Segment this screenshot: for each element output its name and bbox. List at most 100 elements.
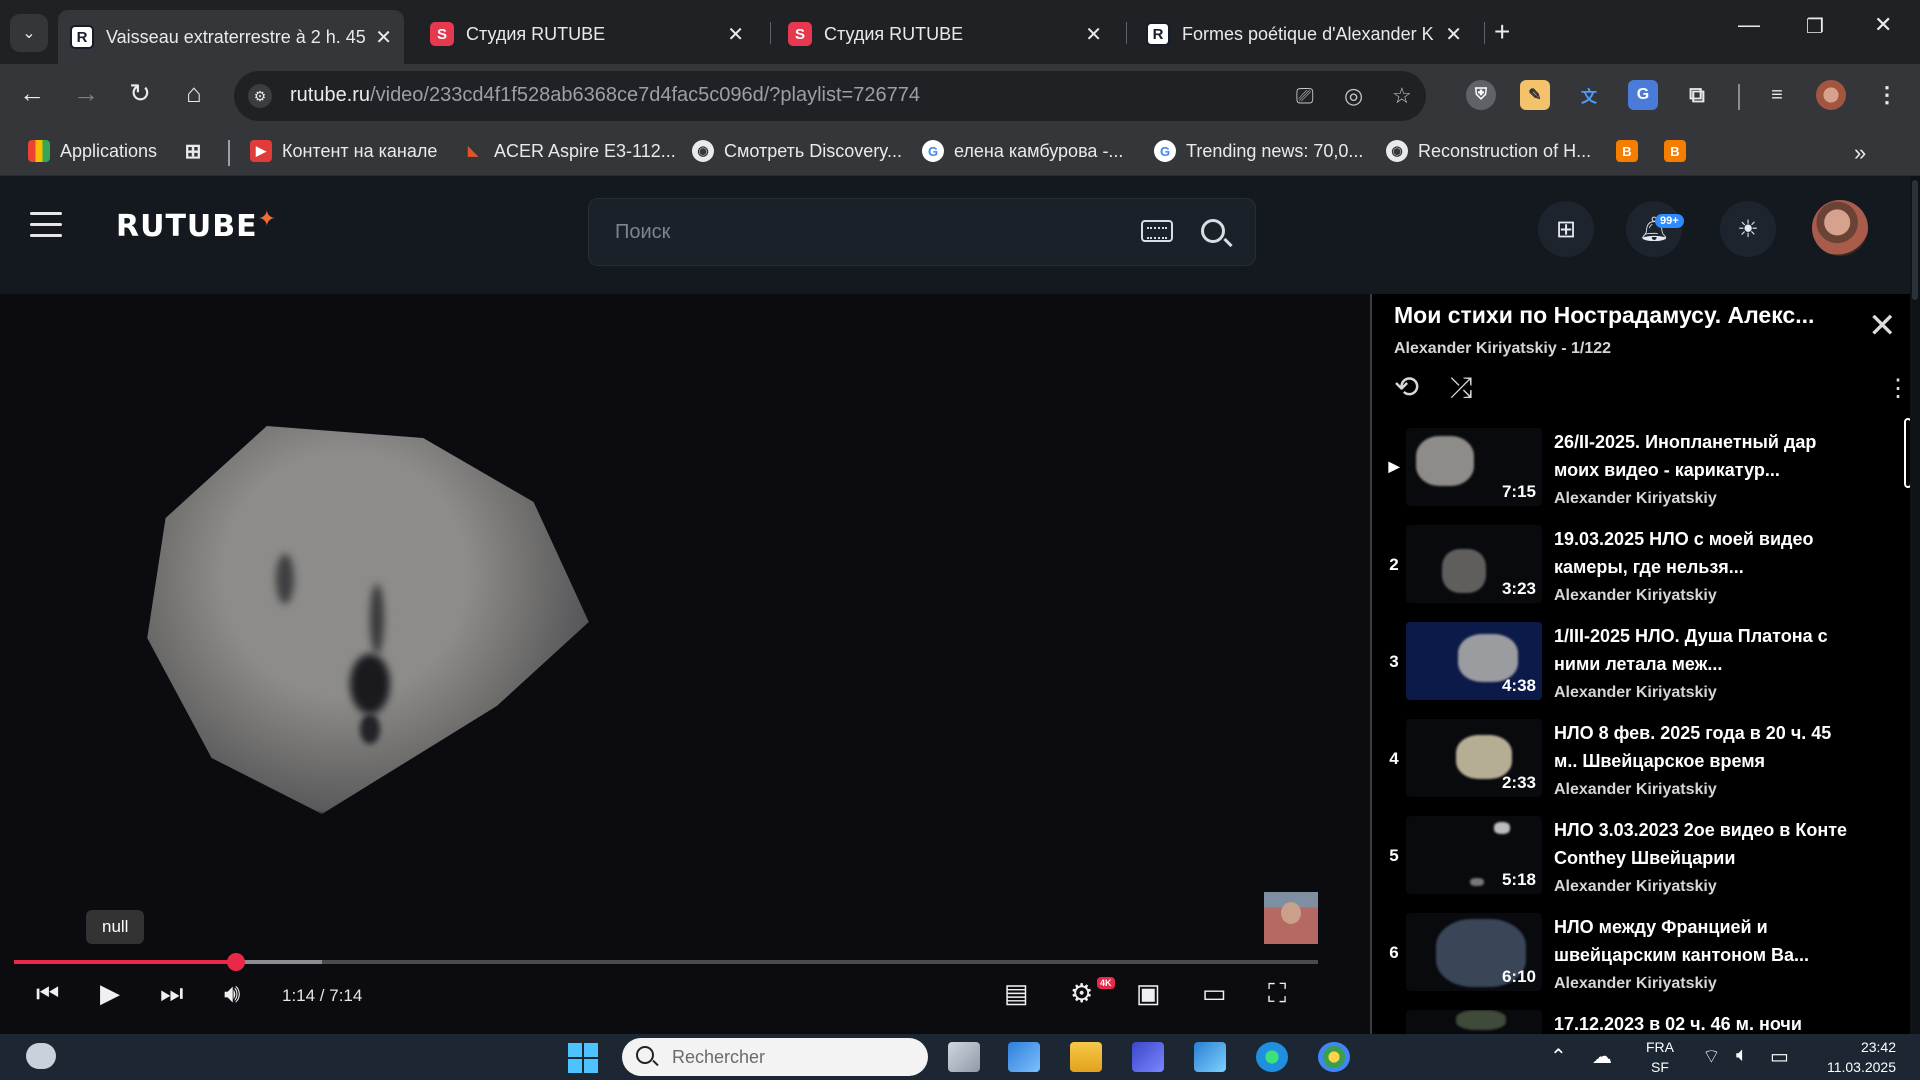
theater-mode-icon[interactable]: ▭: [1202, 978, 1227, 1009]
video-thumbnail[interactable]: 3:23: [1406, 525, 1542, 603]
video-title[interactable]: НЛО 3.03.2023 2ое видео в Конте Conthey …: [1554, 816, 1854, 872]
bookmark-acer[interactable]: ◣ ACER Aspire E3-112...: [462, 140, 676, 162]
store-icon[interactable]: [1008, 1042, 1040, 1072]
forward-arrow-icon[interactable]: →: [68, 78, 104, 109]
previous-icon[interactable]: ⏮︎: [36, 978, 59, 1010]
bookmark-kamburova[interactable]: G елена камбурова -...: [922, 140, 1123, 162]
tracking-eye-off-icon[interactable]: ◎: [1344, 83, 1363, 109]
more-vert-icon[interactable]: ⋮: [1886, 374, 1910, 403]
back-arrow-icon[interactable]: ←: [14, 78, 50, 109]
subtitles-icon[interactable]: ▤: [1004, 978, 1029, 1009]
video-title[interactable]: 19.03.2025 НЛО с моей видео камеры, где …: [1554, 525, 1854, 581]
extensions-puzzle-icon[interactable]: ⧉: [1682, 80, 1712, 110]
window-close-icon[interactable]: ✕: [1874, 12, 1892, 38]
home-icon[interactable]: ⌂: [176, 78, 212, 109]
battery-icon[interactable]: ▭: [1770, 1044, 1789, 1069]
windows-start-icon[interactable]: [568, 1043, 598, 1073]
play-icon[interactable]: ▶: [100, 978, 120, 1009]
bookmark-discovery[interactable]: ◉ Смотреть Discovery...: [692, 140, 902, 162]
channel-name[interactable]: Alexander Kiriyatskiy: [1554, 587, 1717, 605]
playlist-scrollbar[interactable]: [1904, 418, 1910, 488]
restore-icon[interactable]: ❐: [1806, 14, 1824, 39]
bookmark-grid[interactable]: ⊞: [182, 140, 214, 163]
new-tab-button[interactable]: +: [1494, 16, 1510, 48]
video-player[interactable]: null ⏮︎ ▶ ⏭︎ 🔊︎ 1:14 / 7:14 ▤ ⚙ 4K ▣ ▭ ⛶: [0, 294, 1370, 1034]
minimize-icon[interactable]: —: [1738, 12, 1760, 38]
page-scrollbar[interactable]: [1910, 176, 1920, 1034]
close-icon[interactable]: ✕: [1085, 22, 1102, 47]
list-item[interactable]: 6 6:10 НЛО между Францией и швейцарским …: [1372, 913, 1892, 1009]
shield-extension-icon[interactable]: ⛨: [1466, 80, 1496, 110]
app-icon[interactable]: [1132, 1042, 1164, 1072]
user-avatar[interactable]: [1812, 200, 1868, 256]
channel-watermark[interactable]: [1264, 892, 1318, 944]
tab-studio-1[interactable]: S Студия RUTUBE ✕: [418, 12, 756, 56]
video-thumbnail[interactable]: 7:15: [1406, 428, 1542, 506]
wifi-icon[interactable]: ⌔: [1702, 1044, 1721, 1069]
close-icon[interactable]: ✕: [727, 22, 744, 47]
address-bar[interactable]: ⚙ rutube.ru/video/233cd4f1f528ab6368ce7d…: [234, 71, 1426, 121]
tab-active[interactable]: R Vaisseau extraterrestre à 2 h. 45 ✕: [58, 10, 404, 64]
bookmark-blogger-1[interactable]: B: [1616, 140, 1648, 162]
video-thumbnail[interactable]: 4:38: [1406, 622, 1542, 700]
file-explorer-icon[interactable]: [1070, 1042, 1102, 1072]
close-icon[interactable]: ✕: [1445, 22, 1462, 47]
system-clock[interactable]: 23:42 11.03.2025: [1812, 1037, 1896, 1077]
speaker-icon[interactable]: 🔈︎: [1736, 1044, 1748, 1067]
channel-name[interactable]: Alexander Kiriyatskiy: [1554, 878, 1717, 896]
hamburger-menu-icon[interactable]: [30, 212, 62, 245]
list-item[interactable]: 3 4:38 1/III-2025 НЛО. Душа Платона с ни…: [1372, 622, 1892, 718]
taskbar-search[interactable]: Rechercher: [622, 1038, 928, 1076]
chrome-icon[interactable]: [1318, 1042, 1350, 1072]
volume-icon[interactable]: 🔊︎: [224, 978, 240, 1010]
search-icon[interactable]: [1201, 219, 1225, 243]
tab-studio-2[interactable]: S Студия RUTUBE ✕: [776, 12, 1114, 56]
playlist-title[interactable]: Мои стихи по Нострадамусу. Алекс...: [1394, 302, 1854, 329]
video-thumbnail[interactable]: 5:18: [1406, 816, 1542, 894]
weather-widget-icon[interactable]: [26, 1043, 56, 1069]
mini-player-icon[interactable]: ▣: [1136, 978, 1161, 1009]
progress-handle[interactable]: [226, 953, 245, 971]
list-item[interactable]: 4 2:33 НЛО 8 фев. 2025 года в 20 ч. 45 м…: [1372, 719, 1892, 815]
shuffle-icon[interactable]: ⤮: [1450, 372, 1472, 405]
bookmark-star-icon[interactable]: ☆: [1392, 83, 1412, 109]
video-title[interactable]: НЛО 8 фев. 2025 года в 20 ч. 45 м.. Швей…: [1554, 719, 1854, 775]
media-control-icon[interactable]: ≡: [1762, 80, 1792, 110]
list-item[interactable]: 5 5:18 НЛО 3.03.2023 2ое видео в Конте C…: [1372, 816, 1892, 912]
rutube-logo[interactable]: RUTUBE✦: [116, 207, 277, 244]
settings-gear-icon[interactable]: ⚙: [1070, 978, 1093, 1009]
repeat-icon[interactable]: ⟲: [1394, 370, 1419, 405]
notifications-button[interactable]: 🔔︎: [1626, 201, 1682, 257]
install-app-icon[interactable]: ⎚: [1296, 83, 1314, 109]
translate-extension-icon[interactable]: 文: [1574, 80, 1604, 110]
list-item[interactable]: 17.12.2023 в 02 ч. 46 м. ночи: [1372, 1010, 1892, 1034]
tray-expand-icon[interactable]: ⌃: [1550, 1044, 1567, 1069]
page-scrollbar-thumb[interactable]: [1912, 180, 1918, 300]
channel-name[interactable]: Alexander Kiriyatskiy: [1554, 490, 1717, 508]
video-title[interactable]: 1/III-2025 НЛО. Душа Платона с ними лета…: [1554, 622, 1854, 678]
task-view-icon[interactable]: [948, 1042, 980, 1072]
bookmark-trending[interactable]: G Trending news: 70,0...: [1154, 140, 1363, 162]
fullscreen-icon[interactable]: ⛶: [1268, 978, 1286, 1010]
bookmarks-overflow-icon[interactable]: »: [1854, 140, 1866, 166]
list-item[interactable]: ▶ 7:15 26/II-2025. Инопланетный дар моих…: [1372, 428, 1892, 524]
language-indicator[interactable]: FRA SF: [1646, 1037, 1674, 1077]
edge-icon[interactable]: [1256, 1042, 1288, 1072]
channel-name[interactable]: Alexander Kiriyatskiy: [1554, 684, 1717, 702]
bookmark-applications[interactable]: Applications: [28, 140, 157, 162]
theme-toggle-button[interactable]: ☀: [1720, 201, 1776, 257]
video-thumbnail[interactable]: 6:10: [1406, 913, 1542, 991]
list-item[interactable]: 2 3:23 19.03.2025 НЛО с моей видео камер…: [1372, 525, 1892, 621]
video-thumbnail[interactable]: 2:33: [1406, 719, 1542, 797]
channel-name[interactable]: Alexander Kiriyatskiy: [1554, 975, 1717, 993]
notes-extension-icon[interactable]: ✎: [1520, 80, 1550, 110]
profile-avatar[interactable]: [1816, 80, 1846, 110]
channel-name[interactable]: Alexander Kiriyatskiy: [1554, 781, 1717, 799]
next-icon[interactable]: ⏭︎: [160, 978, 183, 1010]
close-icon[interactable]: ✕: [375, 25, 392, 50]
video-title[interactable]: НЛО между Францией и швейцарским кантоно…: [1554, 913, 1854, 969]
close-icon[interactable]: ✕: [1868, 306, 1897, 346]
progress-bar[interactable]: [14, 953, 1318, 971]
photos-icon[interactable]: [1194, 1042, 1226, 1072]
keyboard-icon[interactable]: [1141, 220, 1173, 242]
